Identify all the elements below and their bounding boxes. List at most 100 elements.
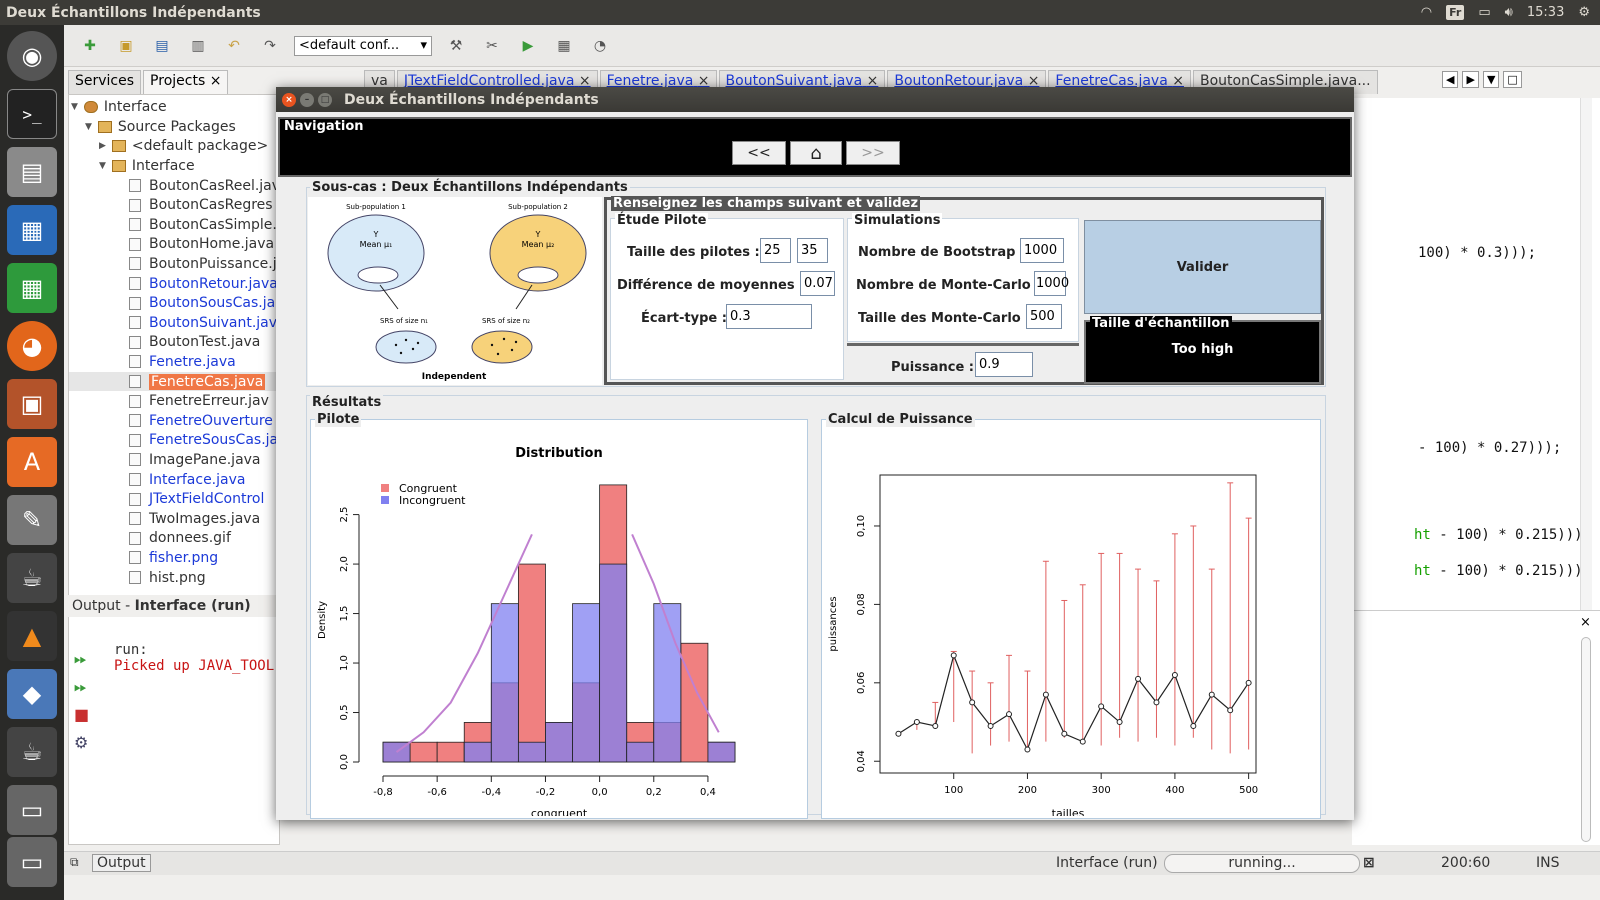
minimize-window-icon[interactable]: –	[300, 92, 314, 107]
open-project-icon[interactable]: ▤	[150, 34, 174, 58]
tree-file-item[interactable]: JTextFieldControl	[129, 490, 264, 509]
java-icon[interactable]: ☕︎	[7, 553, 57, 603]
taille-pilote-1-input[interactable]: 25	[760, 238, 791, 263]
tree-file-item[interactable]: FenetreCas.java	[69, 372, 281, 391]
puissance-input[interactable]: 0.9	[975, 352, 1033, 377]
volume-icon[interactable]: 🔊︎	[1505, 5, 1513, 20]
impress-icon[interactable]: ▣	[7, 379, 57, 429]
software-center-icon[interactable]: A	[7, 437, 57, 487]
restore-window-icon[interactable]: ⧉	[70, 855, 79, 870]
output-scrollbar[interactable]	[1581, 637, 1591, 842]
tree-file-item[interactable]: BoutonRetour.java	[129, 274, 278, 293]
tree-node-root[interactable]: ▼ Interface	[71, 97, 167, 116]
rerun-icon[interactable]: ⏩︎	[74, 645, 89, 673]
tree-node-package[interactable]: ▼ Interface	[99, 156, 195, 175]
clock[interactable]: 15:33	[1527, 5, 1564, 20]
taille-pilote-2-input[interactable]: 35	[797, 238, 828, 263]
expand-icon[interactable]: ▶	[99, 141, 106, 151]
output-tab-button[interactable]: Output	[92, 854, 151, 872]
monte-carlo-input[interactable]: 1000	[1034, 271, 1069, 296]
home-button[interactable]: ⌂	[790, 141, 842, 165]
prev-button[interactable]: <<	[732, 141, 786, 165]
tree-file-item[interactable]: TwoImages.java	[129, 509, 260, 528]
tree-node-source-packages[interactable]: ▼ Source Packages	[85, 117, 236, 136]
bootstrap-input[interactable]: 1000	[1020, 238, 1064, 263]
next-button[interactable]: >>	[846, 141, 900, 165]
tree-file-item[interactable]: fisher.png	[129, 548, 218, 567]
tree-file-item[interactable]: BoutonSuivant.java	[129, 313, 281, 332]
scroll-left-icon[interactable]: ◀	[1442, 71, 1459, 88]
cancel-task-icon[interactable]: ⊠	[1363, 855, 1375, 871]
wifi-icon[interactable]: ◠	[1421, 5, 1432, 20]
x-tick-label: 0,4	[700, 787, 716, 798]
tree-file-item[interactable]: FenetreErreur.jav	[129, 392, 269, 411]
tree-node-default-package[interactable]: ▶ <default package>	[99, 136, 268, 155]
calc-icon[interactable]: ▦	[7, 263, 57, 313]
close-icon[interactable]: ×	[210, 73, 222, 89]
tab-projects-label: Projects	[150, 73, 206, 89]
tree-file-item[interactable]: hist.png	[129, 568, 206, 587]
tree-file-item[interactable]: BoutonCasSimple.	[129, 215, 277, 234]
new-file-icon[interactable]: ✚	[78, 34, 102, 58]
settings-gear-icon[interactable]: ⚙	[1578, 5, 1590, 20]
expand-icon[interactable]: ▼	[99, 161, 106, 171]
cursor-position: 200:60	[1441, 855, 1491, 871]
terminal-icon[interactable]: >_	[7, 89, 57, 139]
clean-build-icon[interactable]: ✂	[480, 34, 504, 58]
tree-file-item[interactable]: donnees.gif	[129, 529, 231, 548]
vlc-icon[interactable]: ▲	[7, 611, 57, 661]
expand-icon[interactable]: ▼	[71, 102, 78, 112]
battery-icon[interactable]: ▭	[1478, 5, 1490, 20]
tree-file-item[interactable]: BoutonSousCas.ja	[129, 294, 275, 313]
trash-icon[interactable]: ▭	[7, 837, 57, 887]
tree-file-item[interactable]: FenetreSousCas.ja	[129, 431, 278, 450]
build-icon[interactable]: ⚒	[444, 34, 468, 58]
schema-independent: Independent	[422, 372, 487, 382]
ubuntu-logo-icon[interactable]: ◉	[7, 31, 57, 81]
tree-file-item[interactable]: FenetreOuverture	[129, 411, 273, 430]
tree-file-item[interactable]: BoutonPuissance.j	[129, 254, 277, 273]
java-app-icon[interactable]: ☕︎	[7, 727, 57, 777]
taille-monte-carlo-input[interactable]: 500	[1026, 304, 1062, 329]
system-settings-icon[interactable]: ✎	[7, 495, 57, 545]
tree-file-item[interactable]: BoutonHome.java	[129, 235, 274, 254]
undo-icon[interactable]: ↶	[222, 34, 246, 58]
difference-moyennes-input[interactable]: 0.07	[800, 271, 835, 296]
drive-icon[interactable]: ▭	[7, 785, 57, 835]
expand-icon[interactable]: ▼	[85, 122, 92, 132]
close-window-icon[interactable]: ×	[282, 92, 296, 107]
redo-icon[interactable]: ↷	[258, 34, 282, 58]
stop-icon[interactable]: ■	[74, 701, 89, 729]
code-editor[interactable]: 100) * 0.3))); - 100) * 0.27))); ht - 10…	[1352, 98, 1600, 618]
maximize-icon[interactable]: □	[1503, 71, 1522, 88]
tree-file-item[interactable]: BoutonCasReel.java	[129, 176, 281, 195]
new-project-icon[interactable]: ▣	[114, 34, 138, 58]
maximize-window-icon[interactable]: □	[318, 92, 332, 107]
tree-file-item[interactable]: ImagePane.java	[129, 450, 261, 469]
tree-file-item[interactable]: BoutonCasRegres	[129, 196, 273, 215]
tree-file-item[interactable]: Fenetre.java	[129, 352, 236, 371]
debug-icon[interactable]: ▦	[552, 34, 576, 58]
tab-list-icon[interactable]: ▼	[1482, 71, 1500, 88]
tree-file-item[interactable]: Interface.java	[129, 470, 245, 489]
run-icon[interactable]: ▶	[516, 34, 540, 58]
files-icon[interactable]: ▤	[7, 147, 57, 197]
writer-icon[interactable]: ▦	[7, 205, 57, 255]
settings-icon[interactable]: ⚙	[74, 729, 89, 757]
error-stripe[interactable]	[1580, 98, 1592, 618]
configuration-select[interactable]: <default conf... ▾	[294, 35, 432, 56]
rerun-with-params-icon[interactable]: ⏩︎	[74, 673, 89, 701]
virtualbox-icon[interactable]: ◆	[7, 669, 57, 719]
scroll-right-icon[interactable]: ▶	[1462, 71, 1479, 88]
keyboard-layout-indicator[interactable]: Fr	[1446, 5, 1465, 20]
close-icon[interactable]: ×	[1580, 615, 1591, 630]
valider-button[interactable]: Valider	[1084, 220, 1321, 314]
save-all-icon[interactable]: ▥	[186, 34, 210, 58]
y-tick-label: 0,5	[339, 705, 350, 721]
tab-services[interactable]: Services	[68, 70, 142, 94]
profile-icon[interactable]: ◔	[588, 34, 612, 58]
tree-file-item[interactable]: BoutonTest.java	[129, 333, 260, 352]
ecart-type-input[interactable]: 0.3	[726, 304, 812, 329]
tab-projects[interactable]: Projects ×	[143, 70, 229, 94]
firefox-icon[interactable]: ◕	[7, 321, 57, 371]
